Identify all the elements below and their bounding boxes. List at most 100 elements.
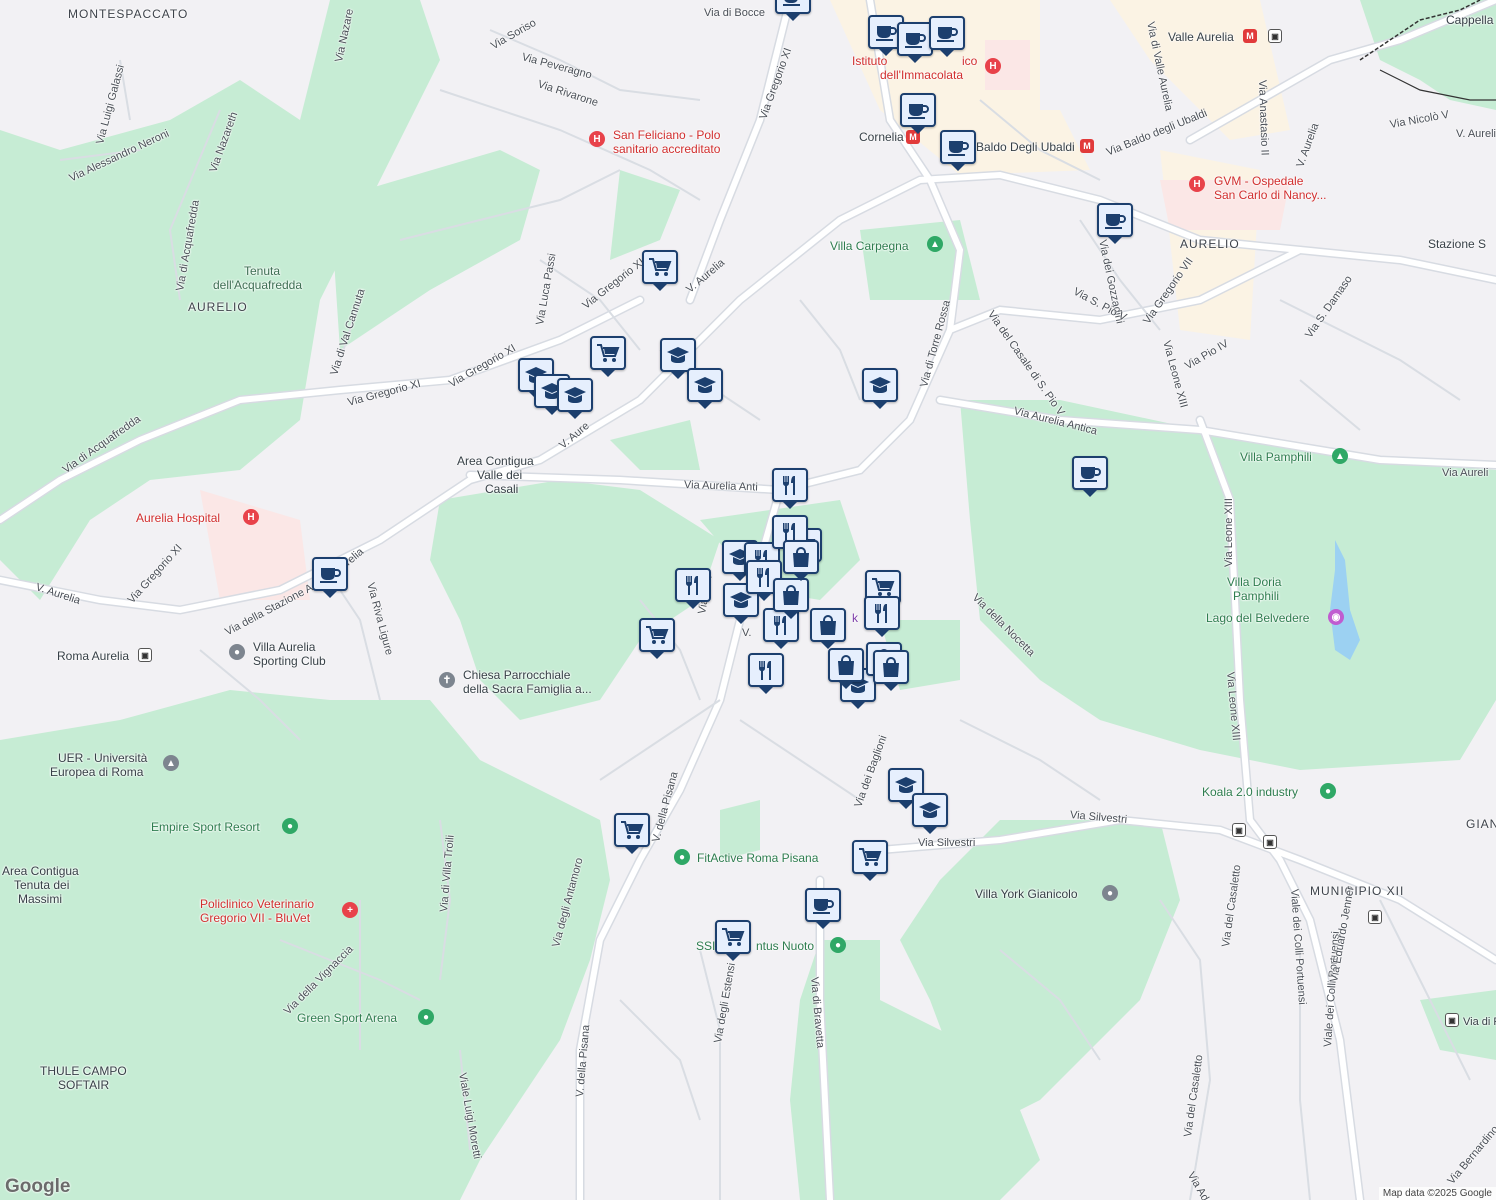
poi-label-istituto-3: dell'Immacolata (880, 68, 963, 82)
cafe-pin[interactable] (1097, 203, 1133, 244)
villa-york-marker[interactable]: ● (1102, 885, 1118, 901)
bus-stop-icon-1[interactable]: ▣ (1232, 823, 1246, 837)
street-label-via-silvestri-b: Via Silvestri (918, 837, 976, 849)
poi-label-fitactive[interactable]: FitActive Roma Pisana (697, 851, 818, 865)
poi-label-chiesa-1: Chiesa Parrocchiale (463, 668, 571, 682)
shopping-icon (834, 654, 858, 676)
lake-marker[interactable]: ◉ (1328, 609, 1344, 625)
park-label-villa-pamphili[interactable]: Villa Pamphili (1240, 450, 1312, 464)
grocery-icon (596, 342, 620, 364)
poi-label-policlinico-1: Policlinico Veterinario (200, 897, 315, 911)
area-contigua-label-1: Area Contigua (457, 454, 534, 468)
poi-label-san-feliciano-1: San Feliciano - Polo (613, 128, 721, 142)
metro-icon-baldo[interactable]: M (1080, 139, 1094, 153)
school-pin[interactable] (912, 793, 948, 834)
street-label-via-di-pa: Via di Pa (1463, 1016, 1496, 1028)
restaurant-icon (778, 474, 802, 496)
train-station-icon[interactable]: ▣ (138, 648, 152, 662)
grocery-pin[interactable] (614, 813, 650, 854)
bus-stop-icon-3[interactable]: ▣ (1368, 910, 1382, 924)
shopping-icon (789, 546, 813, 568)
hospital-icon-gvm[interactable]: H (1189, 176, 1205, 192)
shopping-pin[interactable] (773, 578, 809, 619)
station-label-valle-aurelia[interactable]: Valle Aurelia (1168, 30, 1234, 44)
bus-stop-icon-2[interactable]: ▣ (1263, 835, 1277, 849)
poi-label-roma-aurelia[interactable]: Roma Aurelia (57, 649, 129, 663)
cafe-pin[interactable] (940, 130, 976, 171)
empire-marker[interactable]: ● (282, 818, 298, 834)
poi-label-koala[interactable]: Koala 2.0 industry (1202, 785, 1298, 799)
hospital-icon-san-feliciano[interactable]: H (589, 131, 605, 147)
school-pin[interactable] (557, 378, 593, 419)
restaurant-pin[interactable] (864, 596, 900, 637)
cafe-pin[interactable] (900, 93, 936, 134)
area-label-gian: GIAN (1466, 817, 1496, 831)
koala-marker[interactable]: ● (1320, 783, 1336, 799)
park-marker-villa-pamphili[interactable]: ▲ (1332, 448, 1348, 464)
park-label-tenuta: Tenuta (244, 264, 281, 278)
grocery-pin[interactable] (852, 840, 888, 881)
cafe-pin[interactable] (805, 888, 841, 929)
grocery-pin[interactable] (642, 250, 678, 291)
map-attribution[interactable]: Map data ©2025 Google (1378, 1187, 1496, 1200)
shopping-pin[interactable] (810, 608, 846, 649)
poi-label-villa-york[interactable]: Villa York Gianicolo (975, 887, 1078, 901)
poi-label-san-feliciano-2: sanitario accreditato (613, 142, 721, 156)
grocery-pin[interactable] (590, 336, 626, 377)
grocery-icon (645, 624, 669, 646)
shopping-pin[interactable] (783, 540, 819, 581)
park-marker-villa-carpegna[interactable]: ▲ (927, 236, 943, 252)
restaurant-icon (870, 602, 894, 624)
poi-label-park: k (852, 611, 858, 625)
green-sport-marker[interactable]: ● (418, 1009, 434, 1025)
cafe-icon (935, 22, 959, 44)
cafe-icon (811, 894, 835, 916)
grocery-icon (721, 926, 745, 948)
restaurant-pin[interactable] (772, 468, 808, 509)
grocery-pin[interactable] (639, 618, 675, 659)
cafe-icon (1078, 462, 1102, 484)
restaurant-pin[interactable] (748, 653, 784, 694)
school-pin[interactable] (660, 338, 696, 379)
poi-label-aurelia-hospital[interactable]: Aurelia Hospital (136, 511, 220, 525)
shopping-icon (779, 584, 803, 606)
map-canvas[interactable]: MONTESPACCATO AURELIO AURELIO MUNICIPIO … (0, 0, 1496, 1200)
cafe-pin[interactable] (1072, 456, 1108, 497)
grocery-pin[interactable] (715, 920, 751, 961)
university-marker[interactable]: ▲ (163, 755, 179, 771)
poi-label-gvm-1: GVM - Ospedale (1214, 174, 1304, 188)
poi-label-ntus[interactable]: ntus Nuoto (756, 939, 814, 953)
shopping-pin[interactable] (828, 648, 864, 689)
poi-label-green-sport[interactable]: Green Sport Arena (297, 1011, 397, 1025)
train-icon-valle-aurelia[interactable]: ▣ (1268, 29, 1282, 43)
poi-label-policlinico-2: Gregorio VII - BluVet (200, 911, 311, 925)
restaurant-pin[interactable] (675, 568, 711, 609)
station-label-cornelia[interactable]: Cornelia (859, 130, 904, 144)
cafe-icon (906, 99, 930, 121)
park-label-villa-carpegna[interactable]: Villa Carpegna (830, 239, 909, 253)
school-pin[interactable] (687, 368, 723, 409)
cafe-pin[interactable] (897, 22, 933, 63)
cafe-pin[interactable] (775, 0, 811, 21)
street-label-via-leone-xiii-b: Via Leone XIII (1223, 498, 1235, 567)
poi-label-empire[interactable]: Empire Sport Resort (151, 820, 260, 834)
school-pin[interactable] (862, 368, 898, 409)
hospital-icon-aurelia[interactable]: H (243, 509, 259, 525)
nuoto-marker[interactable]: ● (830, 937, 846, 953)
shopping-pin[interactable] (873, 650, 909, 691)
fitactive-marker[interactable]: ● (674, 849, 690, 865)
thule-label-2: SOFTAIR (58, 1078, 110, 1092)
cafe-pin[interactable] (929, 16, 965, 57)
metro-icon-valle-aurelia[interactable]: M (1243, 29, 1257, 43)
hospital-icon-istituto[interactable]: H (985, 58, 1001, 74)
cafe-pin[interactable] (312, 557, 348, 598)
poi-label-sporting-club: Sporting Club (253, 654, 326, 668)
church-marker[interactable]: ✝ (439, 672, 455, 688)
bus-stop-icon-4[interactable]: ▣ (1445, 1013, 1459, 1027)
poi-label-ssi[interactable]: SSI (696, 939, 715, 953)
villa-aurelia-marker[interactable]: ● (229, 644, 245, 660)
google-logo: Google (5, 1176, 71, 1197)
vet-marker[interactable]: + (342, 902, 358, 918)
station-label-baldo[interactable]: Baldo Degli Ubaldi (976, 140, 1075, 154)
poi-label-lago[interactable]: Lago del Belvedere (1206, 611, 1309, 625)
